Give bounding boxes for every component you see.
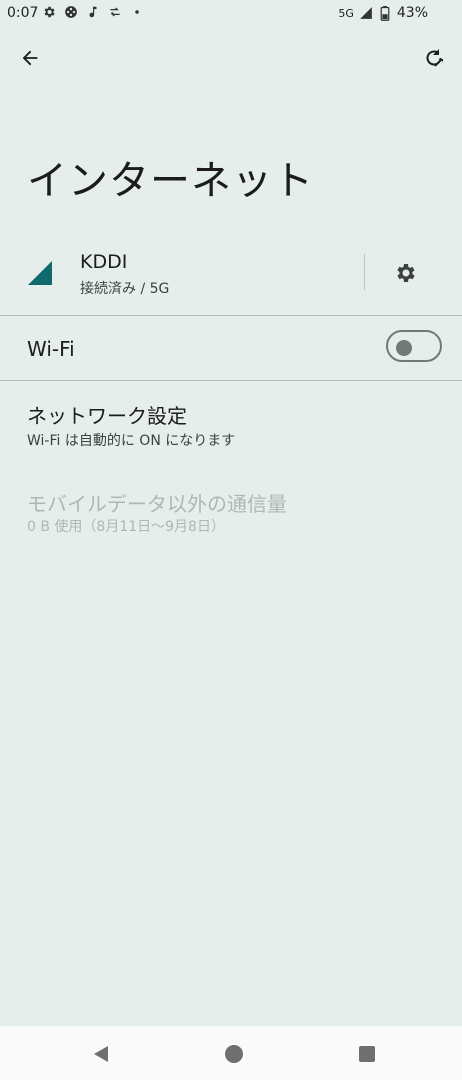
network-settings-item[interactable]: ネットワーク設定 Wi-Fi は自動的に ON になります [0, 388, 462, 458]
cell-signal-icon [359, 6, 373, 20]
page-title: インターネット [27, 158, 314, 204]
top-app-bar [0, 36, 462, 80]
back-button[interactable] [14, 42, 46, 74]
wifi-label: Wi-Fi [27, 337, 75, 361]
divider [0, 380, 462, 381]
battery-icon [378, 5, 392, 21]
data-usage-subtitle: 0 B 使用（8月11日～9月8日） [27, 519, 225, 535]
nav-home-button[interactable] [222, 1042, 246, 1066]
carrier-name: KDDI [80, 251, 128, 273]
dot-icon [130, 5, 144, 19]
wifi-switch[interactable] [386, 330, 442, 362]
sync-icon [108, 5, 122, 19]
nav-back-button[interactable] [89, 1042, 113, 1066]
reset-network-button[interactable] [418, 42, 450, 74]
divider [0, 315, 462, 316]
carrier-divider [364, 254, 365, 290]
status-system-icons: 5G 43% [338, 5, 428, 21]
battery-percent: 43% [396, 5, 428, 21]
carrier-status: 接続済み / 5G [80, 281, 170, 297]
carrier-settings-button[interactable] [390, 258, 420, 288]
nav-back-triangle-icon [94, 1046, 108, 1062]
carrier-row[interactable]: KDDI 接続済み / 5G [0, 236, 462, 312]
nav-home-circle-icon [225, 1045, 243, 1063]
music-note-icon [86, 5, 100, 19]
data-usage-title: モバイルデータ以外の通信量 [27, 492, 287, 516]
status-notification-icons [42, 5, 144, 19]
gear-icon [42, 5, 56, 19]
status-time: 0:07 [7, 5, 39, 21]
nav-recents-button[interactable] [355, 1042, 379, 1066]
signal-strength-icon [28, 261, 52, 289]
settings-gear-icon [397, 264, 415, 282]
non-mobile-data-usage-item: モバイルデータ以外の通信量 0 B 使用（8月11日～9月8日） [0, 476, 462, 546]
network-settings-subtitle: Wi-Fi は自動的に ON になります [27, 433, 236, 449]
system-navigation-bar [0, 1026, 462, 1080]
refresh-reset-icon [426, 49, 443, 67]
nav-recents-square-icon [359, 1046, 375, 1062]
network-type: 5G [338, 6, 354, 20]
game-controller-icon [64, 5, 78, 19]
network-settings-title: ネットワーク設定 [27, 404, 187, 428]
switch-knob [396, 340, 412, 356]
status-bar: 0:07 5G 43% [0, 0, 462, 30]
wifi-toggle-row[interactable]: Wi-Fi [0, 317, 462, 380]
arrow-back-icon [22, 50, 38, 66]
